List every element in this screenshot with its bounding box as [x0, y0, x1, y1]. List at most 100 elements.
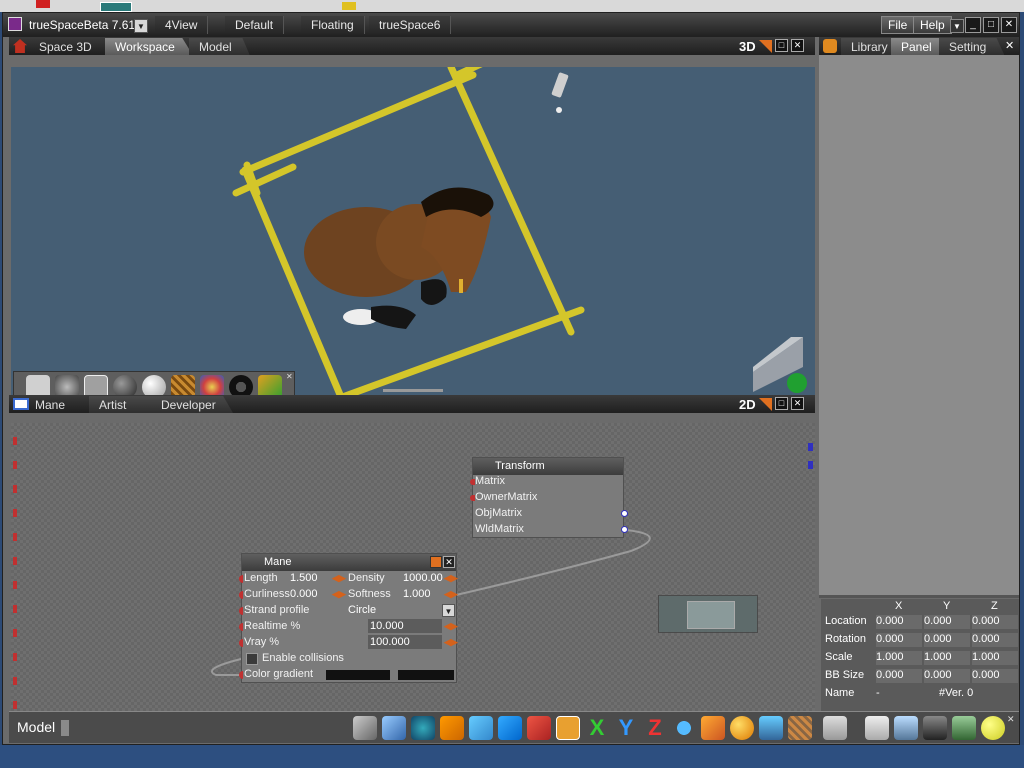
strand-profile-select[interactable]: Circle [346, 603, 442, 617]
node-color-icon[interactable] [430, 556, 442, 568]
library-icon[interactable] [865, 716, 889, 740]
maximize-view-button[interactable]: □ [775, 39, 788, 52]
tools-icon[interactable] [701, 716, 725, 740]
mane-node-title[interactable]: Mane ✕ [242, 554, 456, 571]
scale-z[interactable]: 1.000 [972, 651, 1018, 665]
home-icon[interactable] [13, 39, 27, 53]
density-field[interactable]: 1000.00 [401, 571, 445, 585]
editor-view-mode-label[interactable]: 2D [739, 397, 756, 412]
panel-tool-icon[interactable] [823, 39, 837, 53]
layout-tab-truespace6[interactable]: trueSpace6 [369, 16, 452, 34]
layout-tab-floating[interactable]: Floating [301, 16, 365, 34]
desktop-icon[interactable] [36, 0, 50, 8]
location-z[interactable]: 0.000 [972, 615, 1018, 629]
scale-y[interactable]: 1.000 [924, 651, 970, 665]
name-value[interactable]: - [876, 687, 880, 699]
camera-icon[interactable] [923, 716, 947, 740]
box-tool-icon[interactable] [440, 716, 464, 740]
softness-field[interactable]: 1.000 [401, 587, 443, 601]
editor-maximize-button[interactable]: □ [775, 397, 788, 410]
view-options-icon[interactable] [759, 40, 772, 53]
cube-blue-icon[interactable] [498, 716, 522, 740]
pin-matrix[interactable]: Matrix [470, 475, 623, 491]
tab-setting[interactable]: Setting [939, 38, 1005, 55]
panel-tool-icon[interactable] [469, 716, 493, 740]
move-tool-icon[interactable] [556, 716, 580, 740]
view-mode-label[interactable]: 3D [739, 39, 756, 54]
close-view-button[interactable]: ✕ [791, 39, 804, 52]
location-x[interactable]: 0.000 [876, 615, 922, 629]
scale-x[interactable]: 1.000 [876, 651, 922, 665]
viewport-3d[interactable]: ✕ [11, 67, 815, 401]
point-edit-icon[interactable] [382, 716, 406, 740]
image-icon[interactable] [894, 716, 918, 740]
y-axis-icon[interactable]: Y [614, 716, 638, 740]
help-menu-button[interactable]: Help [913, 16, 952, 34]
realtime-stepper-icon[interactable]: ◀▶ [444, 620, 458, 632]
desktop-icon[interactable] [100, 2, 132, 12]
node-close-icon[interactable]: ✕ [443, 556, 455, 568]
desktop-icon[interactable] [342, 2, 356, 10]
density-stepper-icon[interactable]: ◀▶ [444, 572, 458, 584]
z-axis-icon[interactable]: Z [643, 716, 667, 740]
realtime-field[interactable]: 10.000 [368, 619, 442, 633]
render-icon[interactable] [823, 716, 847, 740]
gradient-swatch-start[interactable] [326, 670, 390, 680]
status-close-icon[interactable]: ✕ [1007, 714, 1015, 725]
tab-workspace[interactable]: Workspace [105, 38, 193, 55]
layout-tab-4view[interactable]: 4View [155, 16, 209, 34]
vray-stepper-icon[interactable]: ◀▶ [444, 636, 458, 648]
bbsize-x[interactable]: 0.000 [876, 669, 922, 683]
lamp-icon[interactable] [981, 716, 1005, 740]
preview-node[interactable] [658, 595, 758, 633]
rotation-x[interactable]: 0.000 [876, 633, 922, 647]
location-y[interactable]: 0.000 [924, 615, 970, 629]
close-button[interactable]: ✕ [1001, 17, 1017, 33]
transform-node[interactable]: Transform Matrix OwnerMatrix ObjMatrix W… [470, 457, 628, 539]
light-icon[interactable] [759, 716, 783, 740]
length-stepper-icon[interactable]: ◀▶ [332, 572, 346, 584]
tab-developer[interactable]: Developer [151, 396, 233, 413]
link-editor-canvas[interactable]: Transform Matrix OwnerMatrix ObjMatrix W… [11, 423, 815, 719]
vray-field[interactable]: 100.000 [368, 635, 442, 649]
pin-wld-matrix[interactable]: WldMatrix [473, 523, 628, 539]
softness-stepper-icon[interactable]: ◀▶ [444, 588, 458, 600]
curliness-field[interactable]: 0.000 [288, 587, 330, 601]
file-menu-button[interactable]: File [881, 16, 915, 34]
chevron-down-icon[interactable]: ▼ [442, 604, 455, 617]
gradient-swatch-end[interactable] [398, 670, 454, 680]
rotation-y[interactable]: 0.000 [924, 633, 970, 647]
minimize-button[interactable]: _ [965, 17, 981, 33]
people-icon[interactable] [952, 716, 976, 740]
collisions-checkbox[interactable] [246, 653, 258, 665]
texture-icon[interactable] [788, 716, 812, 740]
home-tool-icon[interactable] [527, 716, 551, 740]
splitter-handle[interactable] [383, 389, 443, 392]
tab-artist[interactable]: Artist [89, 396, 161, 413]
bbsize-z[interactable]: 0.000 [972, 669, 1018, 683]
bbsize-y[interactable]: 0.000 [924, 669, 970, 683]
render-sphere-icon[interactable] [730, 716, 754, 740]
right-panel-close-icon[interactable]: ✕ [1005, 39, 1014, 52]
length-field[interactable]: 1.500 [288, 571, 330, 585]
maximize-button[interactable]: □ [983, 17, 999, 33]
mode-input[interactable] [61, 720, 69, 736]
mane-node[interactable]: Mane ✕ Length 1.500 ◀▶ Density 1000.00 ◀… [239, 553, 458, 683]
rotate-icon[interactable] [411, 716, 435, 740]
chevron-down-icon[interactable]: ▼ [134, 19, 148, 33]
panel-splitter[interactable] [819, 595, 1019, 598]
curliness-stepper-icon[interactable]: ◀▶ [332, 588, 346, 600]
tab-model[interactable]: Model [189, 38, 250, 55]
object-tool-icon[interactable] [353, 716, 377, 740]
layout-tab-default[interactable]: Default [225, 16, 285, 34]
transform-node-title[interactable]: Transform [473, 458, 623, 475]
pin-owner-matrix[interactable]: OwnerMatrix [470, 491, 623, 507]
rotation-z[interactable]: 0.000 [972, 633, 1018, 647]
strand-profile-label: Strand profile [244, 604, 310, 616]
editor-options-icon[interactable] [759, 398, 772, 411]
menu-dropdown-icon[interactable]: ▼ [950, 19, 964, 33]
undo-icon[interactable] [672, 716, 696, 740]
pin-obj-matrix[interactable]: ObjMatrix [473, 507, 628, 523]
x-axis-icon[interactable]: X [585, 716, 609, 740]
editor-close-button[interactable]: ✕ [791, 397, 804, 410]
